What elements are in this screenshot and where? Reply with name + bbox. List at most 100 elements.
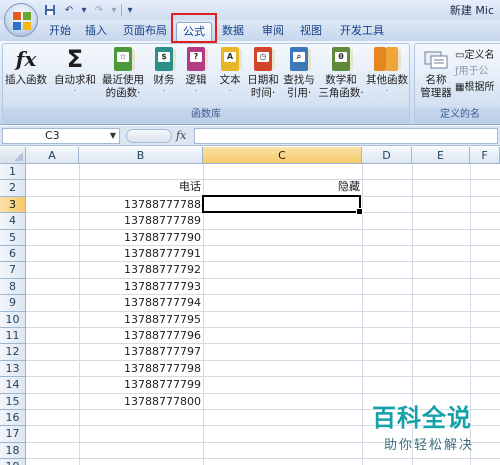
date-time-button[interactable]: ◷ 日期和 时间· [246,46,280,106]
cell-b4[interactable]: 13788777789 [79,213,203,229]
cell-b12[interactable]: 13788777797 [79,344,203,360]
text-button[interactable]: A 文本 · [215,46,245,106]
tab-insert[interactable]: 插入 [80,22,112,41]
tab-page-layout[interactable]: 页面布局 [118,22,172,41]
cell-b3[interactable]: 13788777788 [79,197,203,213]
watermark-subtitle: 助你轻松解决 [384,438,475,453]
row-header-1[interactable]: 1 [0,164,26,181]
name-box[interactable]: C3 ▼ [2,128,120,144]
cell-b14[interactable]: 13788777799 [79,377,203,393]
more-functions-button[interactable]: 其他函数 · [365,46,409,106]
recent-functions-book-icon: ☆ [110,46,136,72]
row-header-12[interactable]: 12 [0,344,26,361]
lookup-book-icon: ⌕ [286,46,312,72]
tab-home[interactable]: 开始 [44,22,76,41]
insert-function-fx-icon[interactable]: fx [176,129,186,142]
row-header-5[interactable]: 5 [0,229,26,246]
row-header-18[interactable]: 18 [0,442,26,460]
defined-names-group: 名称 管理器 ▭定义名 ƒ用于公 ▦根据所 定义的名 [414,43,500,123]
watermark: 百科全说 助你轻松解决 [362,398,500,465]
redo-icon[interactable]: ↷ [91,3,107,18]
name-box-dropdown-icon[interactable]: ▼ [110,129,116,143]
active-cell-c3[interactable] [202,195,363,215]
row-header-19[interactable]: 19 [0,459,26,465]
toolbar-separator [121,4,122,16]
row-header-13[interactable]: 13 [0,360,26,378]
undo-dropdown-icon[interactable]: ▾ [80,3,88,18]
quick-access-toolbar: ↶ ▾ ↷ ▾ ▾ [42,2,135,18]
row-header-8[interactable]: 8 [0,278,26,296]
row-header-17[interactable]: 17 [0,426,26,443]
cell-b5[interactable]: 13788777790 [79,230,203,246]
formula-bar-splitter[interactable] [126,129,172,143]
row-header-6[interactable]: 6 [0,246,26,263]
cell-b7[interactable]: 13788777792 [79,262,203,278]
customize-toolbar-icon[interactable]: ▾ [125,3,135,18]
define-name-button[interactable]: ▭定义名 [455,46,494,61]
cell-b6[interactable]: 13788777791 [79,246,203,262]
lookup-reference-button[interactable]: ⌕ 查找与 引用· [281,46,317,106]
financial-button[interactable]: $ 财务 · [149,46,179,106]
recently-used-button[interactable]: ☆ 最近使用 的函数· [99,46,147,106]
cell-b10[interactable]: 13788777795 [79,312,203,328]
ribbon: fx 插入函数 Σ 自动求和 · ☆ 最近使用 的函数· $ 财务 · ? 逻辑… [0,41,500,125]
name-manager-button[interactable]: 名称 管理器 [419,46,453,106]
save-icon[interactable] [42,3,58,18]
insert-function-button[interactable]: fx 插入函数 [5,46,47,106]
row-header-10[interactable]: 10 [0,311,26,328]
row-header-16[interactable]: 16 [0,410,26,427]
cell-b13[interactable]: 13788777798 [79,361,203,377]
math-book-icon: θ [328,46,354,72]
cell-b11[interactable]: 13788777796 [79,328,203,344]
office-button[interactable] [4,3,38,37]
financial-book-icon: $ [151,46,177,72]
create-from-selection-button[interactable]: ▦根据所 [455,78,494,93]
tab-view[interactable]: 视图 [294,22,328,41]
row-header-4[interactable]: 4 [0,213,26,230]
column-header-b[interactable]: B [79,147,203,164]
column-header-c[interactable]: C [203,147,362,164]
autosum-button[interactable]: Σ 自动求和 · [53,46,97,106]
text-book-icon: A [217,46,243,72]
defined-names-label: 定义的名 [415,107,500,122]
highlight-box [171,13,217,43]
column-header-a[interactable]: A [26,147,79,164]
row-header-9[interactable]: 9 [0,295,26,312]
column-header-f[interactable]: F [470,147,500,164]
row-header-14[interactable]: 14 [0,377,26,394]
window-title: 新建 Mic [449,4,494,17]
name-manager-icon [423,46,449,72]
row-header-11[interactable]: 11 [0,328,26,345]
logical-button[interactable]: ? 逻辑 · [181,46,211,106]
date-time-book-icon: ◷ [250,46,276,72]
undo-icon[interactable]: ↶ [61,3,77,18]
logical-book-icon: ? [183,46,209,72]
math-trig-button[interactable]: θ 数学和 三角函数· [317,46,365,106]
tab-developer[interactable]: 开发工具 [334,22,390,41]
office-logo-icon [13,12,31,30]
cell-b2[interactable]: 电话 [79,179,203,195]
cell-b8[interactable]: 13788777793 [79,279,203,295]
cell-c2[interactable]: 隐藏 [203,179,362,195]
tab-review[interactable]: 审阅 [256,22,290,41]
tab-data[interactable]: 数据 [216,22,250,41]
more-functions-books-icon [374,46,401,72]
cell-b15[interactable]: 13788777800 [79,394,203,410]
redo-dropdown-icon[interactable]: ▾ [110,3,118,18]
formula-input[interactable] [194,128,498,144]
sigma-icon: Σ [66,45,84,73]
row-header-15[interactable]: 15 [0,393,26,410]
column-header-d[interactable]: D [362,147,412,164]
row-header-7[interactable]: 7 [0,262,26,279]
column-header-e[interactable]: E [412,147,470,164]
function-library-label: 函数库 [3,107,409,122]
cell-b9[interactable]: 13788777794 [79,295,203,311]
ribbon-tab-row: 开始 插入 页面布局 公式 数据 审阅 视图 开发工具 [0,20,500,41]
row-header-3[interactable]: 3 [0,196,26,214]
watermark-title: 百科全说 [372,404,472,432]
fx-icon: fx [15,47,37,71]
formula-bar: C3 ▼ fx [0,126,500,146]
row-header-2[interactable]: 2 [0,180,26,197]
select-all-corner[interactable] [0,147,26,164]
use-in-formula-button[interactable]: ƒ用于公 [455,62,489,77]
